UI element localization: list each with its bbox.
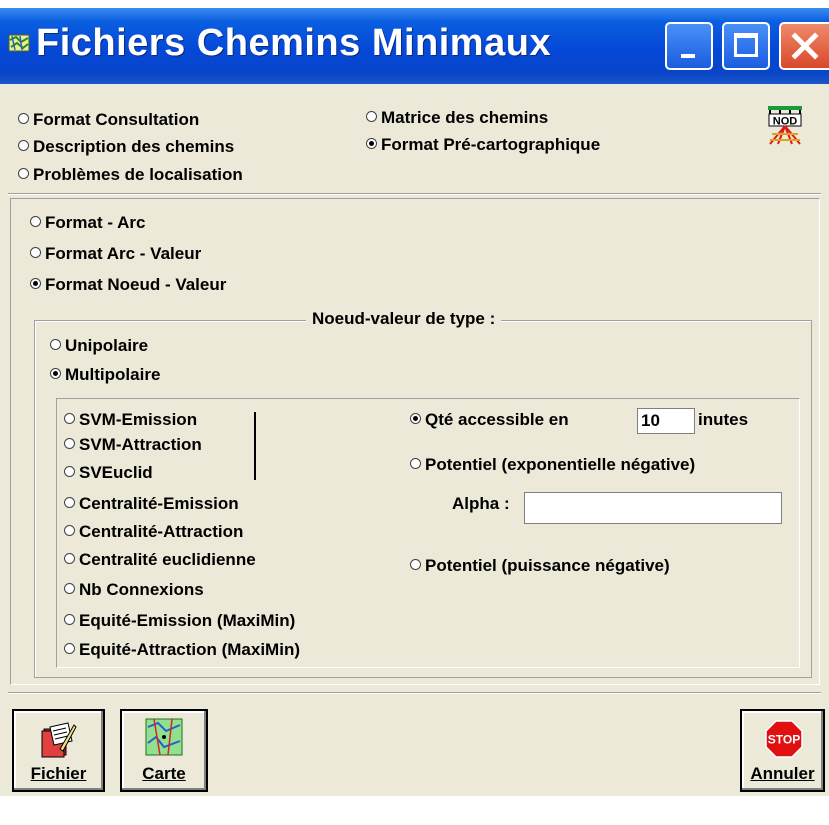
stop-sign-icon: STOP (765, 720, 803, 758)
radio-icon[interactable] (64, 553, 75, 565)
radio-icon[interactable] (64, 643, 75, 655)
alpha-label: Alpha : (452, 494, 510, 513)
annuler-button[interactable]: STOP Annuler (740, 709, 825, 792)
option-multipolaire[interactable]: Multipolaire (50, 365, 160, 385)
alpha-input[interactable] (524, 492, 782, 524)
option-format-noeud-valeur[interactable]: Format Noeud - Valeur (30, 275, 226, 295)
radio-icon[interactable] (18, 140, 29, 152)
nod-logo: NOD (766, 104, 804, 146)
radio-icon[interactable] (64, 497, 75, 509)
option-label: Nb Connexions (79, 580, 204, 599)
option-problemes-localisation[interactable]: Problèmes de localisation (18, 165, 243, 185)
minutes-input[interactable] (637, 408, 695, 434)
option-label: Format - Arc (45, 213, 146, 232)
option-centralite-emission[interactable]: Centralité-Emission (64, 494, 239, 514)
option-label: Format Noeud - Valeur (45, 275, 227, 294)
option-equite-emission[interactable]: Equité-Emission (MaxiMin) (64, 611, 295, 631)
carte-button[interactable]: Carte (120, 709, 208, 792)
option-potentiel-puissance[interactable]: Potentiel (puissance négative) (410, 556, 670, 576)
option-svm-attraction[interactable]: SVM-Attraction (64, 435, 202, 455)
option-potentiel-exponentielle[interactable]: Potentiel (exponentielle négative) (410, 455, 695, 475)
option-format-precartographique[interactable]: Format Pré-cartographique (366, 135, 600, 155)
option-label: SVM-Emission (79, 410, 198, 429)
option-nb-connexions[interactable]: Nb Connexions (64, 580, 204, 600)
option-svm-emission[interactable]: SVM-Emission (64, 410, 197, 430)
option-equite-attraction[interactable]: Equité-Attraction (MaxiMin) (64, 640, 300, 660)
option-format-arc-valeur[interactable]: Format Arc - Valeur (30, 244, 201, 264)
radio-icon[interactable] (64, 466, 75, 478)
radio-icon[interactable] (30, 247, 41, 259)
radio-icon[interactable] (64, 583, 75, 595)
radio-icon[interactable] (50, 339, 61, 351)
separator (8, 193, 821, 195)
option-centralite-attraction[interactable]: Centralité-Attraction (64, 522, 243, 542)
maximize-icon (734, 33, 758, 57)
option-label: Equité-Emission (MaxiMin) (79, 611, 296, 630)
option-format-consultation[interactable]: Format Consultation (18, 110, 199, 130)
fichier-label: Fichier (30, 764, 87, 783)
radio-checked-icon[interactable] (410, 413, 421, 425)
map-icon (145, 718, 183, 756)
svg-text:STOP: STOP (768, 733, 800, 747)
option-label: Potentiel (exponentielle négative) (425, 455, 696, 474)
fichier-button[interactable]: Fichier (12, 709, 105, 792)
document-edit-icon (41, 722, 77, 758)
option-label: Unipolaire (65, 336, 149, 355)
option-centralite-euclidienne[interactable]: Centralité euclidienne (64, 550, 256, 570)
close-icon (791, 32, 819, 60)
radio-icon[interactable] (64, 525, 75, 537)
option-label: Equité-Attraction (MaxiMin) (79, 640, 300, 659)
minutes-suffix: inutes (698, 410, 749, 429)
radio-checked-icon[interactable] (30, 278, 41, 290)
separator (8, 692, 821, 694)
carte-label: Carte (142, 764, 186, 783)
option-label: Format Consultation (33, 110, 200, 129)
option-label: Centralité-Attraction (79, 522, 244, 541)
radio-icon[interactable] (410, 559, 421, 571)
option-matrice-chemins[interactable]: Matrice des chemins (366, 108, 548, 128)
option-label: Format Arc - Valeur (45, 244, 202, 263)
app-icon (8, 32, 30, 54)
radio-icon[interactable] (64, 413, 75, 425)
option-label: Centralité-Emission (79, 494, 239, 513)
svg-text:NOD: NOD (773, 116, 798, 128)
maximize-button[interactable] (722, 22, 770, 70)
radio-icon[interactable] (30, 216, 41, 228)
option-label: Format Pré-cartographique (381, 135, 601, 154)
option-sveuclid[interactable]: SVEuclid (64, 463, 153, 483)
radio-checked-icon[interactable] (366, 138, 377, 150)
noeud-valeur-title: Noeud-valeur de type : (306, 308, 502, 330)
minimize-button[interactable] (665, 22, 713, 70)
radio-icon[interactable] (18, 113, 29, 125)
close-button[interactable] (779, 22, 829, 70)
option-qte-accessible[interactable]: Qté accessible en (410, 410, 569, 430)
divider (254, 412, 256, 480)
option-label: Problèmes de localisation (33, 165, 243, 184)
option-label: Multipolaire (65, 365, 161, 384)
radio-checked-icon[interactable] (50, 368, 61, 380)
radio-icon[interactable] (410, 458, 421, 470)
option-format-arc[interactable]: Format - Arc (30, 213, 145, 233)
option-label: SVM-Attraction (79, 435, 202, 454)
option-label: Description des chemins (33, 137, 235, 156)
annuler-label: Annuler (750, 764, 815, 783)
radio-icon[interactable] (64, 614, 75, 626)
radio-icon[interactable] (366, 111, 377, 123)
radio-icon[interactable] (18, 168, 29, 180)
minimize-icon (681, 54, 695, 58)
option-label: Qté accessible en (425, 410, 569, 429)
option-description-chemins[interactable]: Description des chemins (18, 137, 234, 157)
option-label: Potentiel (puissance négative) (425, 556, 670, 575)
window-title: Fichiers Chemins Minimaux (36, 22, 552, 64)
option-label: Centralité euclidienne (79, 550, 256, 569)
radio-icon[interactable] (64, 438, 75, 450)
option-label: Matrice des chemins (381, 108, 549, 127)
option-label: SVEuclid (79, 463, 153, 482)
option-unipolaire[interactable]: Unipolaire (50, 336, 148, 356)
